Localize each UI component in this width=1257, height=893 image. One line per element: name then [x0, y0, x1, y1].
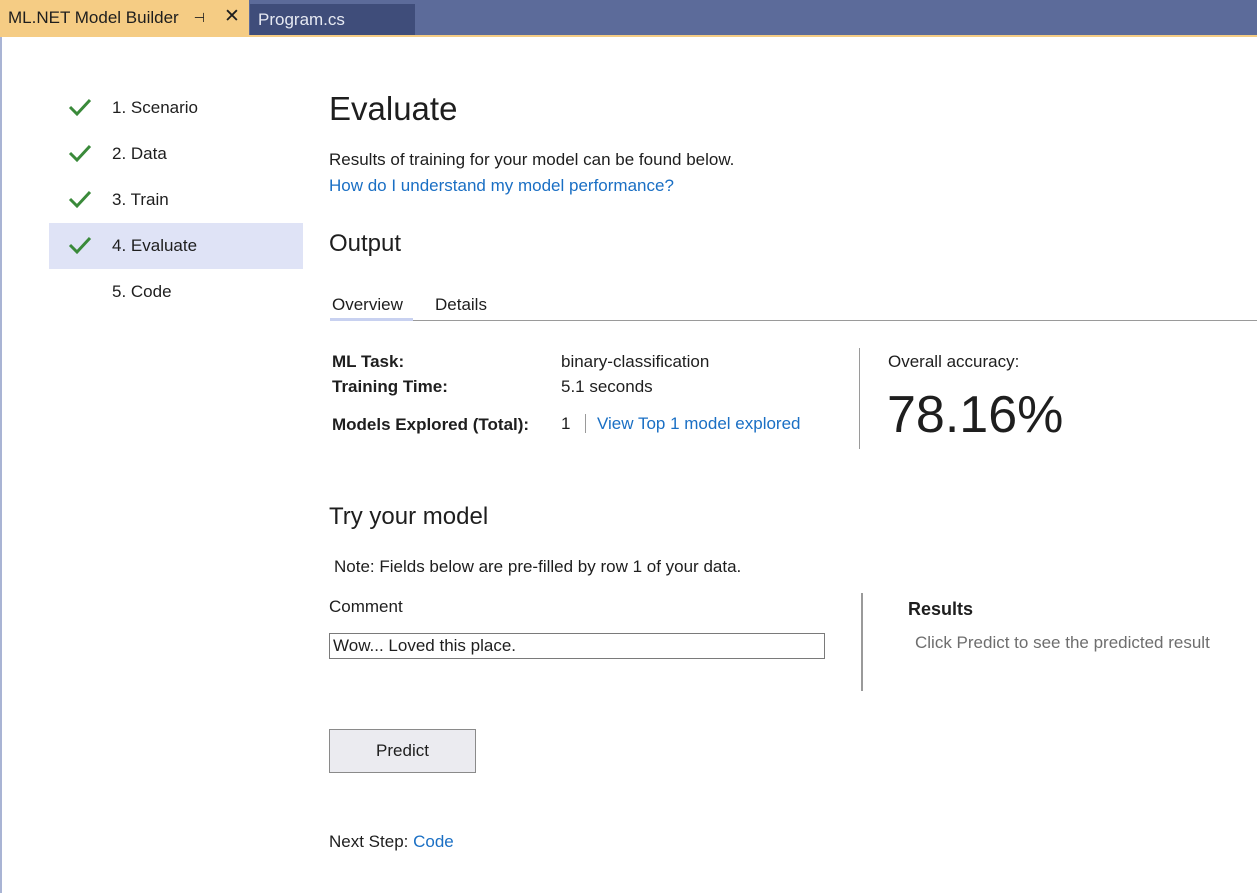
checkmark-icon	[68, 236, 92, 255]
step-data[interactable]: 2. Data	[49, 131, 303, 177]
accuracy-value: 78.16%	[887, 386, 1064, 444]
results-message: Click Predict to see the predicted resul…	[915, 633, 1210, 652]
step-label: 2. Data	[112, 144, 167, 163]
next-step-label: Next Step:	[329, 832, 409, 851]
checkmark-icon	[68, 98, 92, 117]
tab-overview-indicator	[330, 318, 413, 321]
pin-icon[interactable]: ⊣	[194, 10, 205, 26]
training-time-value: 5.1 seconds	[561, 377, 653, 396]
ml-task-value: binary-classification	[561, 352, 710, 371]
tab-underline	[0, 35, 1257, 37]
window-left-border	[0, 37, 2, 893]
output-heading: Output	[329, 230, 402, 257]
tab-ml-net-model-builder[interactable]: ML.NET Model Builder ⊣ ✕	[0, 0, 249, 35]
link-separator	[585, 414, 586, 433]
results-divider	[861, 593, 863, 691]
close-icon[interactable]: ✕	[224, 7, 240, 26]
results-heading: Results	[908, 599, 974, 619]
tab-title: ML.NET Model Builder	[8, 7, 179, 27]
step-label: 3. Train	[112, 190, 169, 209]
step-label: 4. Evaluate	[112, 236, 198, 255]
step-code[interactable]: 5. Code	[49, 269, 303, 315]
comment-input[interactable]	[329, 633, 825, 659]
tab-details[interactable]: Details	[435, 295, 487, 315]
step-label: 1. Scenario	[112, 98, 198, 117]
predict-button[interactable]: Predict	[329, 729, 476, 773]
accuracy-label: Overall accuracy:	[888, 352, 1020, 371]
document-tab-strip: ML.NET Model Builder ⊣ ✕ Program.cs	[0, 0, 1257, 35]
tab-overview[interactable]: Overview	[332, 295, 403, 315]
step-label: 5. Code	[112, 282, 172, 301]
models-explored-value: 1	[561, 414, 571, 433]
step-train[interactable]: 3. Train	[49, 177, 303, 223]
checkmark-icon	[68, 144, 92, 163]
step-navigation: 1. Scenario 2. Data 3. Train 4. Evaluate…	[49, 85, 303, 315]
next-step-code-link[interactable]: Code	[413, 832, 454, 851]
training-time-label: Training Time:	[332, 377, 448, 396]
tab-title: Program.cs	[258, 9, 345, 29]
page-title: Evaluate	[329, 90, 458, 127]
comment-label: Comment	[329, 597, 403, 616]
next-step: Next Step: Code	[329, 832, 454, 852]
tab-program-cs[interactable]: Program.cs	[250, 4, 415, 35]
view-top-models-link[interactable]: View Top 1 model explored	[597, 414, 801, 434]
metrics-divider	[859, 348, 860, 449]
models-explored-label: Models Explored (Total):	[332, 415, 530, 434]
intro-text: Results of training for your model can b…	[329, 150, 735, 169]
model-performance-help-link[interactable]: How do I understand my model performance…	[329, 176, 674, 196]
prefill-note: Note: Fields below are pre-filled by row…	[334, 557, 742, 576]
checkmark-icon	[68, 190, 92, 209]
step-scenario[interactable]: 1. Scenario	[49, 85, 303, 131]
step-evaluate[interactable]: 4. Evaluate	[49, 223, 303, 269]
tabs-divider	[330, 320, 1257, 321]
try-model-heading: Try your model	[329, 503, 489, 530]
ml-task-label: ML Task:	[332, 352, 405, 371]
